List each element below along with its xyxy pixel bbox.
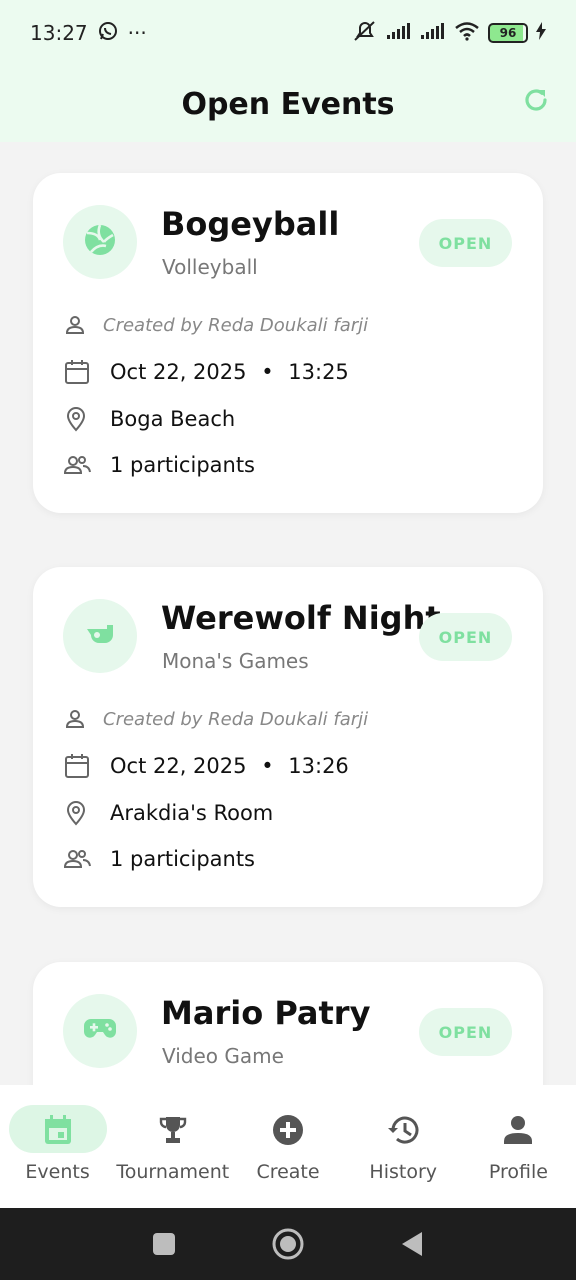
event-category: Volleyball xyxy=(162,255,258,279)
refresh-icon xyxy=(521,85,551,119)
signal-icon xyxy=(386,22,412,44)
nav-item-profile[interactable]: Profile xyxy=(461,1085,576,1208)
event-location-row: Arakdia's Room xyxy=(63,799,273,827)
calendar-icon xyxy=(43,1113,73,1147)
signal-icon xyxy=(420,22,446,44)
nav-item-history[interactable]: History xyxy=(346,1085,461,1208)
location-pin-icon xyxy=(63,405,95,433)
muted-bell-icon xyxy=(352,20,378,46)
event-avatar xyxy=(63,994,137,1068)
separator: • xyxy=(261,754,274,778)
event-title: Mario Patry xyxy=(161,994,371,1032)
event-date: Oct 22, 2025 xyxy=(110,360,247,384)
event-creator-row: Created by Reda Doukali farji xyxy=(63,313,368,337)
bottom-nav: Events Tournament Create History Profile xyxy=(0,1085,576,1208)
event-participants-row: 1 participants xyxy=(63,453,255,477)
calendar-outline-icon xyxy=(63,358,95,386)
charging-icon xyxy=(536,22,546,44)
page-title: Open Events xyxy=(181,86,395,122)
status-bar: 13:27 ··· 96 xyxy=(0,0,576,66)
event-title: Werewolf Night xyxy=(161,599,441,637)
status-time: 13:27 xyxy=(30,21,88,45)
status-badge: OPEN xyxy=(419,613,512,661)
history-icon xyxy=(386,1113,420,1147)
nav-label: Profile xyxy=(488,1161,548,1183)
person-outline-icon xyxy=(63,313,95,337)
nav-item-tournament[interactable]: Tournament xyxy=(115,1085,230,1208)
system-nav-bar xyxy=(0,1208,576,1280)
event-avatar xyxy=(63,599,137,673)
whatsapp-icon xyxy=(98,21,118,46)
back-button[interactable] xyxy=(400,1231,424,1257)
recents-button[interactable] xyxy=(152,1232,176,1256)
trophy-icon xyxy=(158,1113,188,1147)
person-icon xyxy=(503,1113,533,1147)
event-creator-row: Created by Reda Doukali farji xyxy=(63,707,368,731)
event-time: 13:25 xyxy=(288,360,349,384)
group-icon xyxy=(63,848,95,870)
event-participants: 1 participants xyxy=(110,847,256,871)
person-outline-icon xyxy=(63,707,95,731)
gamepad-icon xyxy=(83,1017,117,1045)
event-title: Bogeyball xyxy=(161,205,340,243)
event-date-row: Oct 22, 2025 • 13:25 xyxy=(63,358,349,386)
screen: 13:27 ··· 96 Open Events Bogeyball Volle… xyxy=(0,0,576,1280)
whistle-icon xyxy=(83,621,117,651)
nav-item-create[interactable]: Create xyxy=(230,1085,345,1208)
event-creator: Created by Reda Doukali farji xyxy=(103,314,369,336)
event-participants: 1 participants xyxy=(110,453,256,477)
event-location: Boga Beach xyxy=(110,407,236,431)
nav-label: Events xyxy=(25,1161,90,1183)
group-icon xyxy=(63,454,95,476)
app-header: Open Events xyxy=(0,66,576,142)
event-date-row: Oct 22, 2025 • 13:26 xyxy=(63,752,349,780)
event-card[interactable]: Bogeyball Volleyball OPEN Created by Red… xyxy=(33,173,543,513)
event-creator: Created by Reda Doukali farji xyxy=(103,708,369,730)
event-avatar xyxy=(63,205,137,279)
nav-item-events[interactable]: Events xyxy=(0,1085,115,1208)
event-card[interactable]: Mario Patry Video Game OPEN xyxy=(33,962,543,1085)
wifi-icon xyxy=(454,21,480,45)
events-list[interactable]: Bogeyball Volleyball OPEN Created by Red… xyxy=(0,142,576,1085)
status-badge: OPEN xyxy=(419,1008,512,1056)
status-more: ··· xyxy=(127,21,147,45)
event-category: Video Game xyxy=(162,1044,284,1068)
event-card[interactable]: Werewolf Night Mona's Games OPEN Created… xyxy=(33,567,543,907)
status-badge: OPEN xyxy=(419,219,512,267)
event-category: Mona's Games xyxy=(162,649,309,673)
event-location-row: Boga Beach xyxy=(63,405,235,433)
nav-label: History xyxy=(369,1161,438,1183)
event-participants-row: 1 participants xyxy=(63,847,255,871)
event-date: Oct 22, 2025 xyxy=(110,754,247,778)
location-pin-icon xyxy=(63,799,95,827)
event-location: Arakdia's Room xyxy=(110,801,274,825)
volleyball-icon xyxy=(83,223,117,261)
battery-icon: 96 xyxy=(488,23,528,43)
nav-label: Create xyxy=(256,1161,320,1183)
plus-circle-icon xyxy=(272,1113,304,1147)
nav-label: Tournament xyxy=(116,1161,230,1183)
home-button[interactable] xyxy=(272,1228,304,1260)
calendar-outline-icon xyxy=(63,752,95,780)
event-time: 13:26 xyxy=(288,754,349,778)
separator: • xyxy=(261,360,274,384)
refresh-button[interactable] xyxy=(518,84,554,120)
